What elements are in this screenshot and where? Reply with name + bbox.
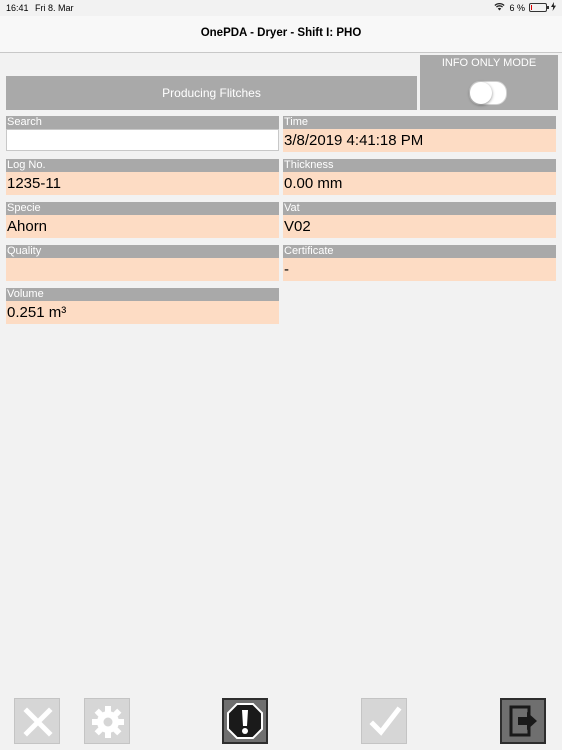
vat-field: Vat V02 — [283, 202, 556, 238]
log-no-label: Log No. — [6, 159, 279, 172]
alert-button[interactable] — [222, 698, 268, 744]
info-only-mode-label: INFO ONLY MODE — [441, 57, 537, 69]
search-field: Search — [6, 116, 279, 151]
thickness-field: Thickness 0.00 mm — [283, 159, 556, 195]
battery-icon — [529, 3, 549, 12]
search-input[interactable] — [6, 129, 279, 151]
time-value: 3/8/2019 4:41:18 PM — [283, 129, 556, 152]
volume-label: Volume — [6, 288, 279, 301]
navigation-bar: OnePDA - Dryer - Shift I: PHO — [0, 16, 562, 53]
specie-label: Specie — [6, 202, 279, 215]
log-no-field: Log No. 1235-11 — [6, 159, 279, 195]
time-field: Time 3/8/2019 4:41:18 PM — [283, 116, 556, 152]
wifi-icon — [494, 2, 506, 13]
state-label: Producing Flitches — [6, 76, 417, 110]
confirm-button[interactable] — [361, 698, 407, 744]
search-label: Search — [6, 116, 279, 129]
status-right: 6 % — [494, 2, 556, 13]
quality-label: Quality — [6, 245, 279, 258]
quality-value — [6, 258, 279, 281]
thickness-value: 0.00 mm — [283, 172, 556, 195]
certificate-value: - — [283, 258, 556, 281]
battery-percent: 6 % — [509, 2, 525, 13]
info-only-mode-toggle[interactable] — [469, 81, 507, 105]
volume-field: Volume 0.251 m³ — [6, 288, 279, 324]
specie-value: Ahorn — [6, 215, 279, 238]
status-time: 16:41 — [6, 3, 29, 13]
toggle-knob — [470, 82, 492, 104]
log-no-value: 1235-11 — [6, 172, 279, 195]
charging-icon — [551, 2, 556, 13]
volume-value: 0.251 m³ — [6, 301, 279, 324]
quality-field: Quality — [6, 245, 279, 281]
vat-value: V02 — [283, 215, 556, 238]
info-only-mode-panel: INFO ONLY MODE — [420, 55, 558, 110]
thickness-label: Thickness — [283, 159, 556, 172]
page-title: OnePDA - Dryer - Shift I: PHO — [200, 27, 362, 39]
status-bar: 16:41 Fri 8. Mar 6 % — [0, 0, 562, 16]
settings-button[interactable] — [84, 698, 130, 744]
time-label: Time — [283, 116, 556, 129]
certificate-label: Certificate — [283, 245, 556, 258]
certificate-field: Certificate - — [283, 245, 556, 281]
status-date: Fri 8. Mar — [35, 3, 74, 13]
vat-label: Vat — [283, 202, 556, 215]
specie-field: Specie Ahorn — [6, 202, 279, 238]
cancel-button[interactable] — [14, 698, 60, 744]
exit-button[interactable] — [500, 698, 546, 744]
